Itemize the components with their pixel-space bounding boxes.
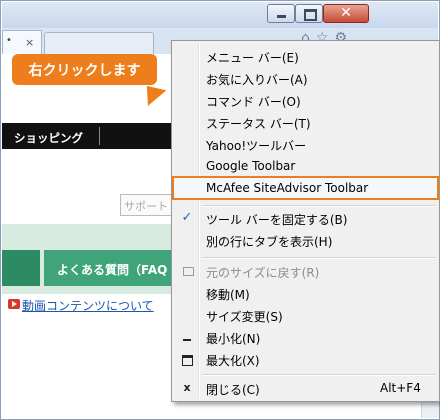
- menu-item-label: サイズ変更(S): [206, 310, 283, 324]
- browser-tab[interactable]: • ×: [2, 30, 42, 54]
- menu-item-mcafee-siteadvisor-toolbar[interactable]: McAfee SiteAdvisor Toolbar: [174, 177, 437, 199]
- menu-item-label: ステータス バー(T): [206, 117, 311, 131]
- close-window-button[interactable]: ✕: [323, 4, 369, 23]
- menu-separator: [202, 374, 435, 376]
- menu-item-google-toolbar[interactable]: Google Toolbar: [174, 155, 437, 177]
- menu-item-label: 移動(M): [206, 288, 250, 302]
- menu-item-label: Google Toolbar: [206, 159, 296, 173]
- tab-close-icon[interactable]: ×: [25, 36, 34, 49]
- nav-item-shopping[interactable]: ショッピング: [14, 130, 83, 146]
- new-tab[interactable]: [44, 32, 154, 54]
- nav-divider: [99, 127, 100, 145]
- minimize-icon: [180, 330, 194, 344]
- menu-item-label: McAfee SiteAdvisor Toolbar: [206, 181, 369, 195]
- menu-item-favorites-bar[interactable]: お気に入りバー(A): [174, 67, 437, 89]
- menu-item-status-bar[interactable]: ステータス バー(T): [174, 111, 437, 133]
- toolbar-context-menu: メニュー バー(E) お気に入りバー(A) コマンド バー(O) ステータス バ…: [171, 40, 440, 402]
- close-icon: ✕: [340, 5, 352, 21]
- close-icon: x: [183, 381, 191, 394]
- menu-item-label: Yahoo!ツールバー: [206, 139, 307, 153]
- menu-item-resize[interactable]: サイズ変更(S): [174, 304, 437, 326]
- menu-item-lock-toolbars[interactable]: ✓ ツール バーを固定する(B): [174, 207, 437, 229]
- callout-text: 右クリックします: [28, 63, 141, 79]
- checkmark-icon: ✓: [181, 210, 193, 225]
- menu-separator: [202, 257, 435, 259]
- menu-item-label: 最大化(X): [206, 354, 260, 368]
- menu-item-label: 元のサイズに戻す(R): [206, 266, 320, 280]
- menu-item-label: 閉じる(C): [206, 383, 260, 397]
- menu-item-tabs-separate-row[interactable]: 別の行にタブを表示(H): [174, 229, 437, 251]
- tab-favicon-icon: •: [6, 35, 12, 46]
- menu-item-minimize[interactable]: 最小化(N): [174, 326, 437, 348]
- menu-item-command-bar[interactable]: コマンド バー(O): [174, 89, 437, 111]
- video-content-link[interactable]: 動画コンテンツについて: [22, 297, 154, 314]
- video-play-icon: [8, 299, 20, 309]
- maximize-icon: [180, 352, 194, 366]
- instruction-callout: 右クリックします: [12, 54, 167, 106]
- menu-item-label: メニュー バー(E): [206, 51, 299, 65]
- title-bar: ✕: [2, 2, 438, 28]
- menu-item-label: 別の行にタブを表示(H): [206, 235, 333, 249]
- search-placeholder: サポート: [124, 200, 168, 213]
- menu-item-restore[interactable]: 元のサイズに戻す(R): [174, 260, 437, 282]
- menu-item-label: お気に入りバー(A): [206, 73, 308, 87]
- menu-item-label: コマンド バー(O): [206, 95, 301, 109]
- maximize-window-button[interactable]: [295, 4, 323, 23]
- menu-item-maximize[interactable]: 最大化(X): [174, 348, 437, 370]
- menu-item-close[interactable]: x 閉じる(C) Alt+F4: [174, 377, 437, 399]
- menu-item-label: ツール バーを固定する(B): [206, 213, 348, 227]
- restore-icon: [180, 264, 194, 278]
- menu-item-label: 最小化(N): [206, 332, 261, 346]
- menu-item-menu-bar[interactable]: メニュー バー(E): [174, 45, 437, 67]
- minimize-window-button[interactable]: [267, 4, 295, 23]
- menu-item-move[interactable]: 移動(M): [174, 282, 437, 304]
- menu-item-yahoo-toolbar[interactable]: Yahoo!ツールバー: [174, 133, 437, 155]
- faq-side-tile: [2, 250, 40, 286]
- shortcut-label: Alt+F4: [380, 381, 421, 395]
- faq-button-label: よくある質問（FAQ: [57, 263, 168, 277]
